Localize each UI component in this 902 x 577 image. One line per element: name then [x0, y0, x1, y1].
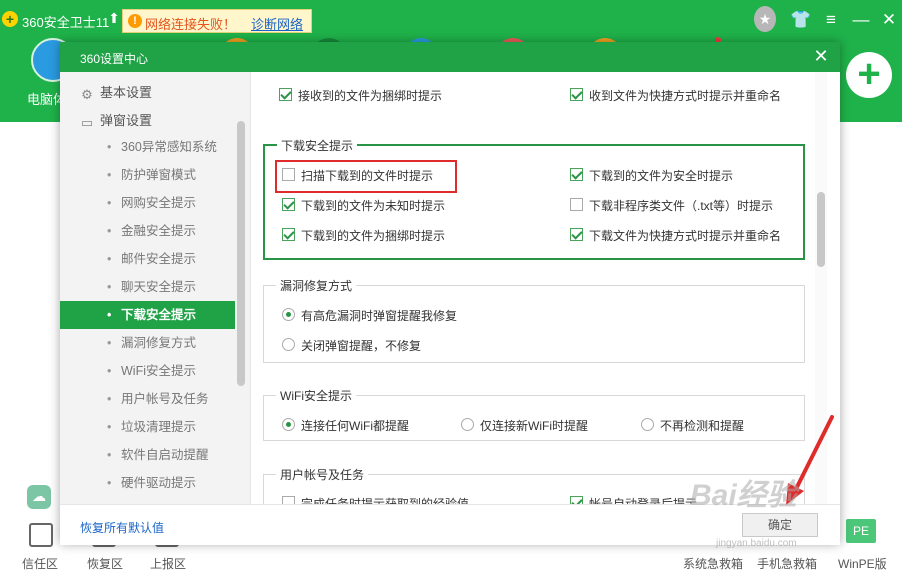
- option-label: 连接任何WiFi都提醒: [301, 419, 409, 433]
- bottom-item-winpe[interactable]: WinPE版: [838, 555, 887, 572]
- sidebar-item-active[interactable]: • 下载安全提示: [60, 301, 235, 329]
- watermark-logo: Bai经验: [690, 479, 797, 512]
- sidebar-item-label: 邮件安全提示: [121, 252, 197, 266]
- sidebar-item[interactable]: • 漏洞修复方式: [60, 329, 235, 357]
- checkbox[interactable]: [282, 228, 295, 241]
- sidebar-item-label: 软件自启动提醒: [121, 448, 209, 462]
- bottom-item-report[interactable]: 上报区: [150, 555, 186, 572]
- minimize-icon[interactable]: —: [850, 10, 872, 30]
- restore-defaults-link[interactable]: 恢复所有默认值: [80, 519, 164, 536]
- sidebar-item-label: 360异常感知系统: [121, 140, 217, 154]
- checkbox[interactable]: [570, 198, 583, 211]
- option-label: 下载文件为快捷方式时提示并重命名: [589, 229, 782, 243]
- sidebar-item[interactable]: • 软件自启动提醒: [60, 441, 235, 469]
- sidebar-item[interactable]: • 360异常感知系统: [60, 133, 235, 161]
- watermark-url: jingyan.baidu.com: [716, 538, 797, 549]
- app-title: 360安全卫士11: [22, 15, 110, 30]
- radio[interactable]: [641, 418, 654, 431]
- section-title: WiFi安全提示: [276, 387, 356, 404]
- medal-icon[interactable]: ★: [754, 6, 776, 32]
- option-label: 下载到的文件为安全时提示: [589, 169, 734, 183]
- option-label: 仅连接新WiFi时提醒: [480, 419, 588, 433]
- bottom-item-system-rescue[interactable]: 系统急救箱: [683, 555, 743, 572]
- option-label: 不再检测和提醒: [660, 419, 745, 433]
- option-label: 收到文件为快捷方式时提示并重命名: [589, 89, 782, 103]
- checkbox[interactable]: [570, 88, 583, 101]
- checkbox[interactable]: [570, 168, 583, 181]
- bottom-item-trust[interactable]: 信任区: [22, 555, 58, 572]
- radio[interactable]: [282, 338, 295, 351]
- sidebar-item[interactable]: • 网购安全提示: [60, 189, 235, 217]
- settings-dialog: 360设置中心 ✕ ⚙ 基本设置 ▭ 弹窗设置 • 360异常感知系统 • 防护弹窗模式…: [60, 42, 840, 545]
- settings-content: 接收到的文件为捆绑时提示 收到文件为快捷方式时提示并重命名 下载安全提示 扫描下…: [251, 72, 830, 504]
- sidebar-group-label: 弹窗设置: [100, 113, 153, 128]
- warning-icon: !: [128, 14, 142, 28]
- bottom-item-phone-rescue[interactable]: 手机急救箱: [757, 555, 817, 572]
- sidebar-group-popup[interactable]: ▭ 弹窗设置: [80, 110, 152, 130]
- close-window-icon[interactable]: ✕: [878, 10, 900, 30]
- radio[interactable]: [282, 418, 295, 431]
- option-label: 帐号自动登录后提示: [589, 497, 698, 504]
- option-label: 有高危漏洞时弹窗提醒我修复: [301, 309, 458, 323]
- window-icon: ▭: [80, 115, 94, 130]
- settings-sidebar: ⚙ 基本设置 ▭ 弹窗设置 • 360异常感知系统 • 防护弹窗模式 • 网购安全提示 •…: [60, 72, 250, 504]
- sidebar-item[interactable]: • 垃圾清理提示: [60, 413, 235, 441]
- content-scrollbar[interactable]: [817, 192, 825, 267]
- network-alert: ! 网络连接失败！ 诊断网络: [122, 9, 312, 33]
- option-label: 下载到的文件为未知时提示: [301, 199, 446, 213]
- sidebar-item-label: 金融安全提示: [121, 224, 197, 238]
- radio[interactable]: [461, 418, 474, 431]
- upgrade-icon[interactable]: ⬆: [106, 10, 122, 28]
- add-function-button[interactable]: +: [846, 52, 892, 98]
- checkbox[interactable]: [279, 88, 292, 101]
- sidebar-item[interactable]: • 邮件安全提示: [60, 245, 235, 273]
- sidebar-item[interactable]: • 金融安全提示: [60, 217, 235, 245]
- pe-icon[interactable]: PE: [846, 519, 876, 543]
- dialog-header: 360设置中心 ✕: [60, 42, 840, 72]
- bottom-item-restore[interactable]: 恢复区: [87, 555, 123, 572]
- skin-icon[interactable]: 👕: [790, 10, 812, 30]
- network-alert-message: 网络连接失败！: [145, 17, 237, 32]
- cloud-icon[interactable]: ☁: [27, 485, 51, 509]
- option-label: 下载到的文件为捆绑时提示: [301, 229, 446, 243]
- radio[interactable]: [282, 308, 295, 321]
- checkbox[interactable]: [282, 198, 295, 211]
- app-logo-icon: +: [2, 11, 18, 27]
- checkbox[interactable]: [570, 496, 583, 504]
- gear-icon: ⚙: [81, 87, 93, 102]
- trust-zone-icon[interactable]: [29, 523, 53, 547]
- option-label: 完成任务时提示获取到的经验值: [301, 497, 470, 504]
- sidebar-item[interactable]: • 用户帐号及任务: [60, 385, 235, 413]
- highlight-box: [275, 160, 457, 193]
- sidebar-item-label: 聊天安全提示: [121, 280, 197, 294]
- checkbox[interactable]: [282, 496, 295, 504]
- sidebar-item-label: 下载安全提示: [121, 308, 197, 322]
- option-label: 关闭弹窗提醒，不修复: [301, 339, 422, 353]
- section-title: 用户帐号及任务: [276, 466, 369, 483]
- sidebar-item-label: 用户帐号及任务: [121, 392, 209, 406]
- section-title: 下载安全提示: [277, 137, 358, 154]
- sidebar-item[interactable]: • WiFi安全提示: [60, 357, 235, 385]
- sidebar-group-label: 基本设置: [100, 85, 153, 100]
- sidebar-item-label: 垃圾清理提示: [121, 420, 197, 434]
- option-label: 接收到的文件为捆绑时提示: [298, 89, 443, 103]
- sidebar-item-label: 漏洞修复方式: [121, 336, 197, 350]
- menu-icon[interactable]: ≡: [820, 10, 842, 30]
- sidebar-item[interactable]: • 硬件驱动提示: [60, 469, 235, 497]
- option-label: 下载非程序类文件（.txt等）时提示: [589, 199, 774, 213]
- sidebar-item[interactable]: • 聊天安全提示: [60, 273, 235, 301]
- sidebar-item-label: 硬件驱动提示: [121, 476, 197, 490]
- checkbox[interactable]: [570, 228, 583, 241]
- diagnose-network-link[interactable]: 诊断网络: [251, 14, 303, 33]
- sidebar-item-label: WiFi安全提示: [121, 364, 196, 378]
- sidebar-group-basic[interactable]: ⚙ 基本设置: [80, 82, 152, 102]
- section-title: 漏洞修复方式: [276, 277, 357, 294]
- sidebar-scrollbar[interactable]: [237, 121, 245, 386]
- dialog-title: 360设置中心: [80, 52, 149, 66]
- sidebar-item[interactable]: • 防护弹窗模式: [60, 161, 235, 189]
- close-icon[interactable]: ✕: [810, 45, 832, 67]
- sidebar-item-label: 网购安全提示: [121, 196, 197, 210]
- sidebar-item-label: 防护弹窗模式: [121, 168, 197, 182]
